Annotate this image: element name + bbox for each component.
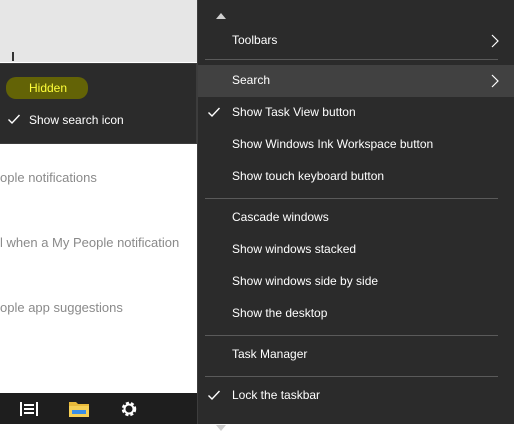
submenu-item-label: Hidden	[29, 81, 68, 95]
menu-item-lock-taskbar[interactable]: Lock the taskbar	[198, 380, 514, 412]
menu-item-label: Show Windows Ink Workspace button	[232, 137, 434, 151]
file-explorer-icon[interactable]	[68, 399, 90, 419]
menu-item-label: Show touch keyboard button	[232, 169, 385, 183]
scroll-up-arrow-icon[interactable]	[216, 6, 226, 19]
checkmark-icon	[207, 388, 221, 402]
menu-item-label: Lock the taskbar	[232, 388, 321, 402]
task-view-icon[interactable]	[18, 399, 40, 419]
menu-item-task-manager[interactable]: Task Manager	[198, 339, 514, 371]
menu-item-windows-stacked[interactable]: Show windows stacked	[198, 234, 514, 266]
people-app-suggestions-setting: ople app suggestions	[0, 300, 123, 315]
submenu-item-show-search-icon[interactable]: Show search icon	[0, 106, 197, 136]
scroll-down-arrow-icon[interactable]	[216, 418, 226, 431]
people-notification-sound-setting: l when a My People notification	[0, 235, 180, 250]
menu-separator	[205, 335, 498, 336]
chevron-right-icon	[491, 74, 499, 88]
menu-item-label: Search	[232, 73, 271, 87]
menu-item-label: Task Manager	[232, 347, 308, 361]
menu-item-windows-side-by-side[interactable]: Show windows side by side	[198, 266, 514, 298]
menu-separator	[205, 198, 498, 199]
people-notifications-setting: ople notifications	[0, 170, 97, 185]
menu-item-show-task-view[interactable]: Show Task View button	[198, 97, 514, 129]
menu-item-search[interactable]: Search	[198, 65, 514, 97]
submenu-item-label: Show search icon	[29, 113, 124, 127]
search-submenu: Hidden Show search icon	[0, 63, 197, 144]
settings-gear-icon[interactable]	[118, 399, 140, 419]
menu-item-cascade-windows[interactable]: Cascade windows	[198, 202, 514, 234]
menu-item-show-ink-workspace[interactable]: Show Windows Ink Workspace button	[198, 129, 514, 161]
menu-item-label: Cascade windows	[232, 210, 329, 224]
menu-item-label: Show windows side by side	[232, 274, 379, 288]
menu-item-label: Show Task View button	[232, 105, 356, 119]
submenu-item-hidden[interactable]: Hidden	[0, 74, 197, 104]
menu-item-label: Show the desktop	[232, 306, 328, 320]
cursor-mark	[12, 52, 14, 61]
menu-item-show-touch-keyboard[interactable]: Show touch keyboard button	[198, 161, 514, 193]
menu-item-show-desktop[interactable]: Show the desktop	[198, 298, 514, 330]
menu-item-label: Show windows stacked	[232, 242, 357, 256]
menu-separator	[205, 59, 498, 60]
menu-separator	[205, 376, 498, 377]
checkmark-icon	[7, 112, 21, 126]
taskbar	[0, 393, 200, 424]
menu-item-toolbars[interactable]: Toolbars	[198, 25, 514, 57]
chevron-right-icon	[491, 34, 499, 48]
settings-header-area	[0, 0, 200, 62]
menu-item-label: Toolbars	[232, 33, 278, 47]
taskbar-context-menu: Toolbars Search Show Task View button Sh…	[197, 0, 514, 431]
checkmark-icon	[207, 105, 221, 119]
